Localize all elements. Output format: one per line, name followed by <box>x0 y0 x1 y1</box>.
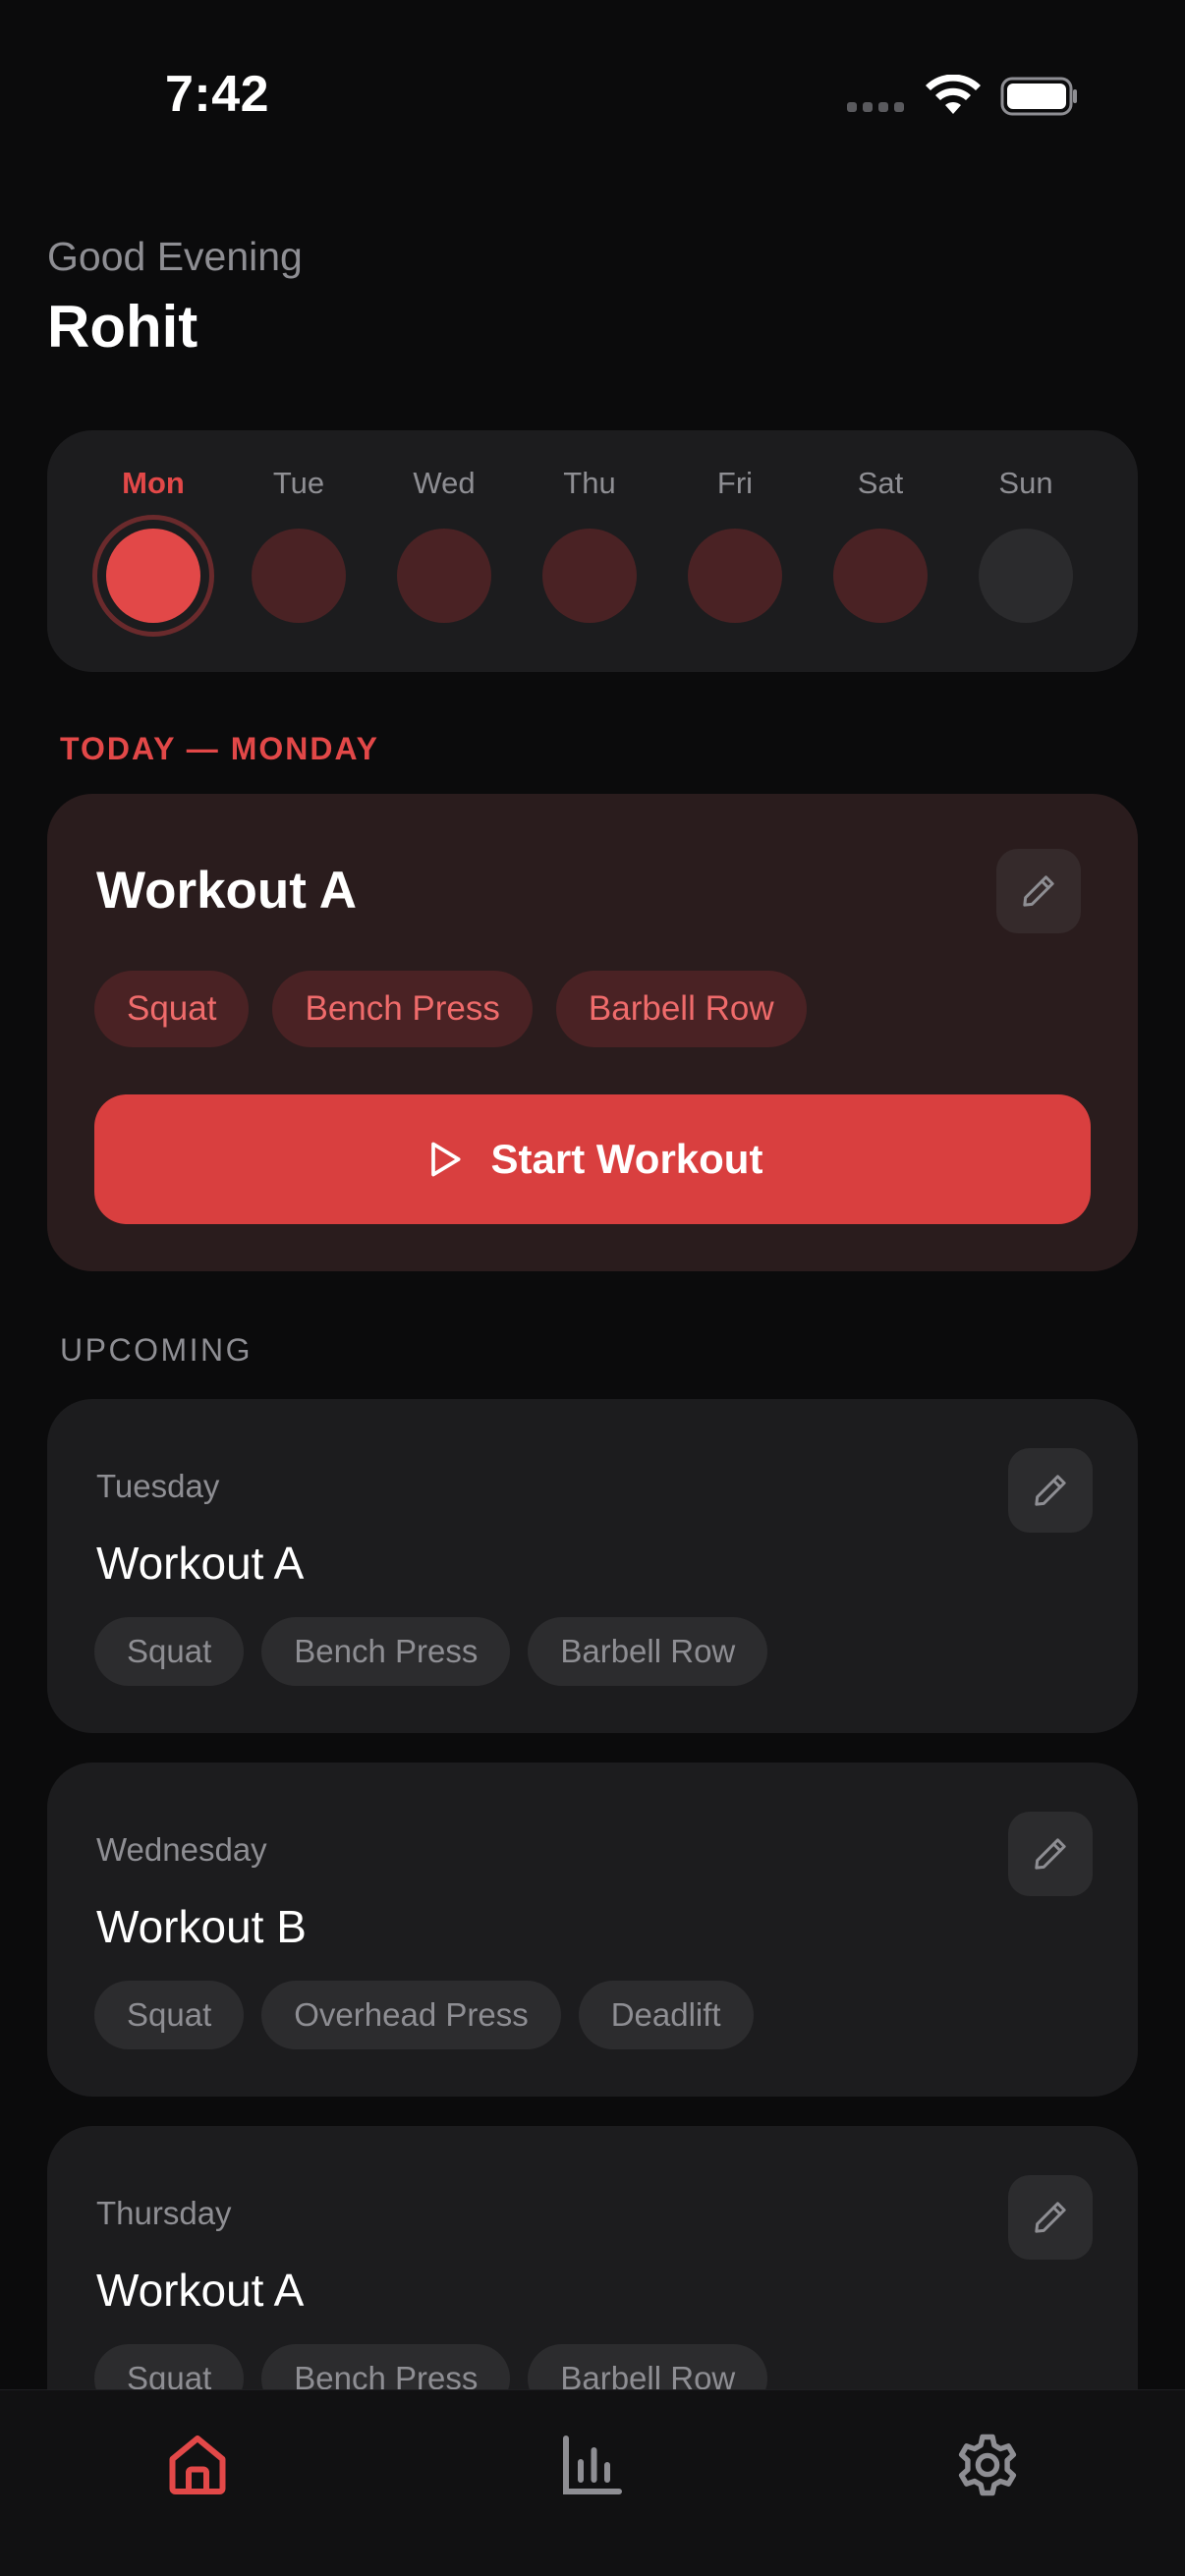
today-section-label: TODAY — MONDAY <box>60 731 379 766</box>
day-status-dot <box>833 529 928 623</box>
exercise-chips: Squat Bench Press Barbell Row <box>94 1617 768 1686</box>
exercise-chip: Squat <box>94 971 250 1047</box>
day-status-dot <box>542 529 637 623</box>
home-screen: 7:42 Good Evening Rohit Mon Tue Wed Thu … <box>0 0 1185 2576</box>
user-name: Rohit <box>47 294 198 360</box>
today-workout-title: Workout A <box>96 862 357 920</box>
pencil-icon <box>1035 1475 1066 1506</box>
exercise-chip: Deadlift <box>578 1981 754 2049</box>
settings-icon <box>958 2434 1017 2496</box>
day-thu[interactable]: Thu <box>536 430 644 672</box>
edit-button[interactable] <box>1008 1812 1093 1896</box>
day-mon[interactable]: Mon <box>92 430 214 672</box>
greeting-text: Good Evening <box>47 234 303 279</box>
exercise-chip: Squat <box>94 1981 245 2049</box>
day-label: Tue <box>272 466 325 500</box>
day-wed[interactable]: Wed <box>390 430 498 672</box>
upcoming-day: Wednesday <box>96 1831 267 1868</box>
day-label: Mon <box>122 466 185 500</box>
exercise-chip: Barbell Row <box>528 1617 768 1686</box>
exercise-chips: Squat Bench Press Barbell Row <box>94 971 807 1047</box>
day-status-dot <box>106 529 200 623</box>
exercise-chip: Bench Press <box>272 971 533 1047</box>
exercise-chips: Squat Overhead Press Deadlift <box>94 1981 754 2049</box>
day-label: Wed <box>413 466 476 500</box>
pencil-icon <box>1035 2202 1066 2233</box>
upcoming-workout-title: Workout A <box>96 1538 305 1589</box>
stats-icon <box>563 2436 622 2494</box>
tab-home[interactable] <box>160 2428 235 2502</box>
day-label: Sun <box>998 466 1053 500</box>
start-workout-label: Start Workout <box>490 1136 763 1182</box>
upcoming-section-label: UPCOMING <box>60 1332 253 1368</box>
day-status-dot <box>252 529 346 623</box>
upcoming-workout-title: Workout B <box>96 1901 307 1952</box>
wifi-icon <box>926 75 981 114</box>
upcoming-workout-title: Workout A <box>96 2265 305 2316</box>
status-bar: 7:42 <box>0 0 1185 196</box>
tab-stats[interactable] <box>555 2428 630 2502</box>
exercise-chip: Overhead Press <box>261 1981 561 2049</box>
exercise-chip: Bench Press <box>261 1617 511 1686</box>
day-label: Sat <box>857 466 904 500</box>
upcoming-workout-card[interactable]: Tuesday Workout A Squat Bench Press Barb… <box>47 1399 1138 1733</box>
status-time: 7:42 <box>165 66 270 123</box>
edit-button[interactable] <box>1008 2175 1093 2260</box>
edit-button[interactable] <box>1008 1448 1093 1533</box>
today-workout-card: Workout A Squat Bench Press Barbell Row … <box>47 794 1138 1271</box>
upcoming-day: Thursday <box>96 2195 232 2231</box>
day-status-dot <box>397 529 491 623</box>
day-sun[interactable]: Sun <box>972 430 1080 672</box>
upcoming-workout-card[interactable]: Wednesday Workout B Squat Overhead Press… <box>47 1763 1138 2097</box>
pencil-icon <box>1035 1838 1066 1870</box>
day-label: Fri <box>716 466 754 500</box>
tab-bar <box>0 2389 1185 2576</box>
exercise-chip: Squat <box>94 1617 245 1686</box>
home-icon <box>169 2436 226 2494</box>
day-status-dot <box>979 529 1073 623</box>
upcoming-day: Tuesday <box>96 1468 220 1504</box>
day-tue[interactable]: Tue <box>245 430 353 672</box>
pencil-icon <box>1023 875 1054 907</box>
battery-icon <box>1000 77 1077 116</box>
day-status-dot <box>688 529 782 623</box>
week-strip: Mon Tue Wed Thu Fri Sat Sun <box>47 430 1138 672</box>
day-label: Thu <box>563 466 616 500</box>
edit-button[interactable] <box>996 849 1081 933</box>
day-fri[interactable]: Fri <box>681 430 789 672</box>
day-sat[interactable]: Sat <box>826 430 934 672</box>
start-workout-button[interactable]: Start Workout <box>94 1094 1091 1224</box>
exercise-chip: Barbell Row <box>555 971 807 1047</box>
tab-settings[interactable] <box>950 2428 1025 2502</box>
cellular-signal-icon <box>847 102 904 112</box>
play-icon <box>430 1142 461 1177</box>
